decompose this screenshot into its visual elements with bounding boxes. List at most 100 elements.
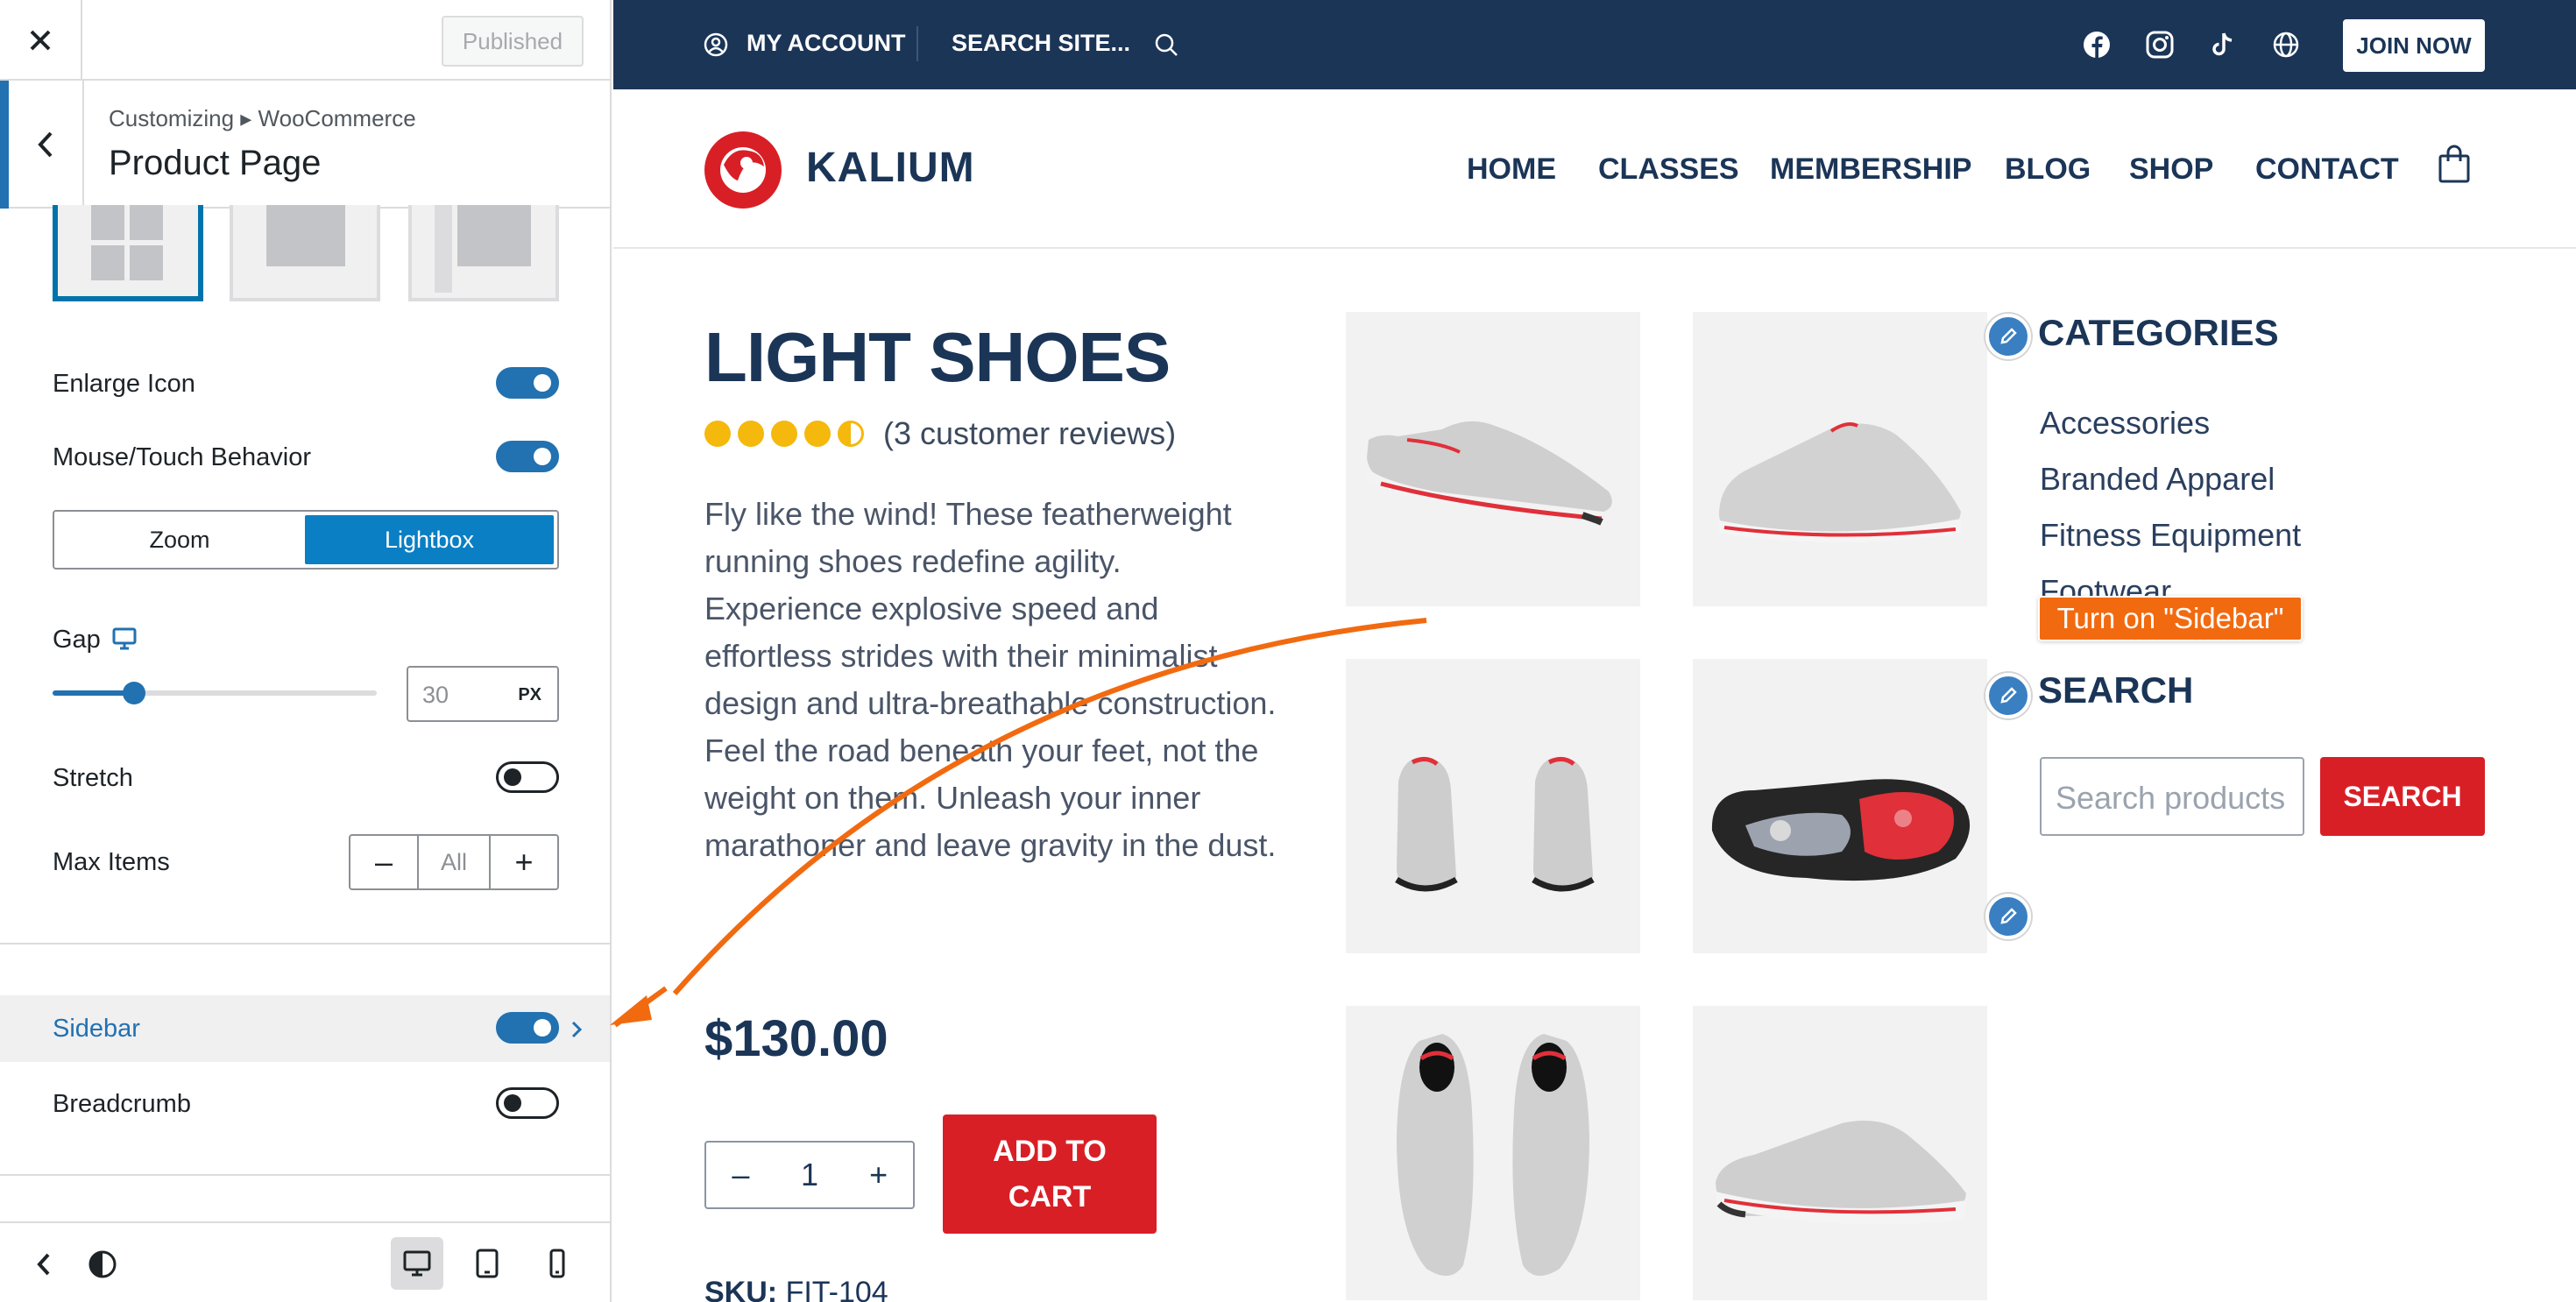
search-site-link[interactable]: SEARCH SITE...: [952, 30, 1130, 57]
section-header: Customizing ▸ WooCommerce Product Page: [0, 81, 610, 209]
breadcrumb-toggle-label: Breadcrumb: [53, 1090, 191, 1118]
sku-label: SKU:: [704, 1276, 778, 1302]
search-title: SEARCH: [2038, 669, 2194, 711]
kalium-logo[interactable]: [703, 130, 783, 210]
qty-value[interactable]: 1: [775, 1157, 845, 1193]
product-search-input[interactable]: Search products: [2040, 757, 2304, 836]
chevron-right-icon[interactable]: [570, 1020, 584, 1039]
nav-contact[interactable]: CONTACT: [2255, 152, 2399, 187]
gap-value: 30: [422, 682, 449, 708]
nav-classes[interactable]: CLASSES: [1598, 152, 1739, 187]
gallery-image[interactable]: [1346, 312, 1640, 606]
mobile-icon: [549, 1249, 565, 1278]
gap-input[interactable]: 30 PX: [407, 666, 559, 722]
mobile-preview-button[interactable]: [531, 1237, 584, 1290]
sku-value: FIT-104: [785, 1276, 888, 1302]
enlarge-icon-label: Enlarge Icon: [53, 370, 195, 398]
search-icon[interactable]: [1153, 32, 1179, 58]
category-link[interactable]: Accessories: [2040, 405, 2210, 442]
desktop-icon: [403, 1250, 431, 1277]
lightbox-option[interactable]: Lightbox: [305, 515, 554, 564]
sidebar-toggle[interactable]: [496, 1012, 559, 1044]
reviews-link[interactable]: (3 customer reviews): [883, 415, 1176, 452]
add-to-cart-button[interactable]: ADD TO CART: [943, 1114, 1157, 1234]
star-icon: [771, 421, 797, 447]
user-icon: [704, 32, 728, 57]
nav-membership[interactable]: MEMBERSHIP: [1770, 152, 1971, 187]
gallery-image[interactable]: [1346, 1006, 1640, 1300]
nav-home[interactable]: HOME: [1467, 152, 1556, 187]
qty-minus-button[interactable]: –: [706, 1157, 775, 1193]
sidebar-row[interactable]: Sidebar: [0, 995, 610, 1062]
product-title: LIGHT SHOES: [704, 318, 1171, 396]
published-button[interactable]: Published: [442, 16, 584, 67]
edit-shortcut-button[interactable]: [1985, 314, 2031, 359]
site-preview: MY ACCOUNT SEARCH SITE... JOIN NOW KALIU…: [613, 0, 2576, 1302]
my-account-link[interactable]: MY ACCOUNT: [747, 30, 906, 57]
product-description: Fly like the wind! These featherweight r…: [704, 496, 1277, 863]
sidebar-label: Sidebar: [53, 1015, 140, 1043]
max-items-stepper: – All +: [349, 834, 559, 890]
star-icon: [804, 421, 831, 447]
gallery-image[interactable]: [1346, 659, 1640, 953]
nav-shop[interactable]: SHOP: [2129, 152, 2213, 187]
close-button[interactable]: [0, 0, 82, 81]
gallery-layout-grid[interactable]: [53, 205, 203, 301]
shopping-bag-icon[interactable]: [2438, 144, 2471, 184]
gap-slider-thumb[interactable]: [122, 682, 145, 704]
category-link[interactable]: Branded Apparel: [2040, 461, 2275, 498]
divider: [916, 26, 918, 61]
star-icon: [738, 421, 764, 447]
stretch-label: Stretch: [53, 764, 133, 792]
divider: [0, 1174, 610, 1176]
gap-unit: PX: [518, 685, 541, 704]
join-now-button[interactable]: JOIN NOW: [2343, 19, 2485, 72]
collapse-icon[interactable]: [35, 1251, 53, 1277]
gallery-image[interactable]: [1693, 659, 1987, 953]
facebook-icon[interactable]: [2082, 30, 2112, 60]
half-star-icon: [838, 421, 864, 447]
divider: [0, 943, 610, 945]
max-items-value[interactable]: All: [417, 836, 491, 888]
breadcrumb-toggle[interactable]: [496, 1087, 559, 1119]
gallery-image[interactable]: [1693, 312, 1987, 606]
behavior-segmented-control: Zoom Lightbox: [53, 510, 559, 570]
pencil-icon: [2000, 328, 2017, 344]
mouse-touch-toggle[interactable]: [496, 441, 559, 472]
tablet-icon: [476, 1249, 499, 1278]
gallery-image[interactable]: [1693, 1006, 1987, 1300]
max-items-minus[interactable]: –: [350, 836, 417, 888]
breadcrumb: Customizing ▸ WooCommerce: [109, 105, 416, 131]
annotation-callout: Turn on "Sidebar": [2038, 596, 2303, 641]
gallery-layout-thumbs[interactable]: [408, 205, 559, 301]
product-price: $130.00: [704, 1010, 888, 1067]
contrast-icon[interactable]: [88, 1249, 117, 1279]
search-button[interactable]: SEARCH: [2320, 757, 2485, 836]
desktop-icon[interactable]: [112, 627, 137, 650]
max-items-label: Max Items: [53, 848, 170, 876]
gap-slider[interactable]: [53, 682, 377, 704]
zoom-option[interactable]: Zoom: [58, 515, 301, 564]
categories-title: CATEGORIES: [2038, 312, 2279, 353]
nav-blog[interactable]: BLOG: [2005, 152, 2091, 187]
back-button[interactable]: [0, 81, 84, 209]
customizer-footer: [0, 1221, 610, 1302]
desktop-preview-button[interactable]: [391, 1237, 443, 1290]
edit-shortcut-button[interactable]: [1985, 673, 2031, 718]
top-bar: MY ACCOUNT SEARCH SITE... JOIN NOW: [613, 0, 2576, 89]
enlarge-icon-toggle[interactable]: [496, 367, 559, 399]
max-items-plus[interactable]: +: [491, 836, 557, 888]
stretch-toggle[interactable]: [496, 761, 559, 793]
brand-name[interactable]: KALIUM: [806, 144, 975, 192]
chevron-left-icon: [38, 131, 53, 158]
tablet-preview-button[interactable]: [461, 1237, 513, 1290]
qty-plus-button[interactable]: +: [844, 1157, 913, 1193]
category-link[interactable]: Fitness Equipment: [2040, 517, 2301, 554]
globe-icon[interactable]: [2271, 30, 2301, 60]
instagram-icon[interactable]: [2145, 30, 2175, 60]
gallery-layout-single[interactable]: [230, 205, 380, 301]
gap-label: Gap: [53, 626, 101, 654]
quantity-stepper: – 1 +: [704, 1141, 915, 1209]
edit-shortcut-button[interactable]: [1985, 894, 2031, 939]
tiktok-icon[interactable]: [2208, 30, 2238, 60]
